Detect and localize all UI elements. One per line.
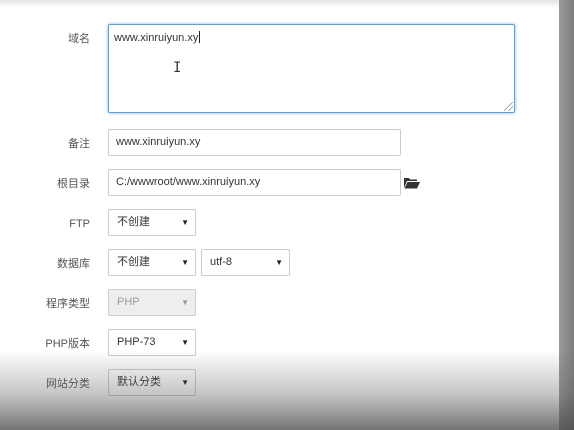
caret-down-icon: ▼ bbox=[181, 298, 189, 307]
add-site-form: 域名 www.xinruiyun.xy I 备注 www.xinruiyun.x… bbox=[0, 0, 559, 430]
root-dir-label: 根目录 bbox=[57, 178, 90, 190]
charset-value: utf-8 bbox=[210, 256, 233, 268]
site-category-select[interactable]: 默认分类 ▼ bbox=[108, 369, 196, 396]
folder-open-icon[interactable] bbox=[404, 177, 420, 189]
caret-down-icon: ▼ bbox=[181, 338, 189, 347]
text-cursor-icon: I bbox=[173, 60, 182, 76]
database-value: 不创建 bbox=[117, 256, 150, 268]
program-type-select: PHP ▼ bbox=[108, 289, 196, 316]
php-version-value: PHP-73 bbox=[117, 336, 156, 348]
caret-down-icon: ▼ bbox=[275, 258, 283, 267]
domain-label: 域名 bbox=[68, 33, 90, 45]
text-caret bbox=[199, 31, 201, 43]
site-category-label: 网站分类 bbox=[46, 378, 90, 390]
caret-down-icon: ▼ bbox=[181, 378, 189, 387]
root-dir-input[interactable]: C:/wwwroot/www.xinruiyun.xy bbox=[108, 169, 401, 196]
program-type-value: PHP bbox=[117, 296, 140, 308]
charset-select[interactable]: utf-8 ▼ bbox=[201, 249, 290, 276]
database-select[interactable]: 不创建 ▼ bbox=[108, 249, 196, 276]
php-version-label: PHP版本 bbox=[45, 338, 90, 350]
backdrop-edge bbox=[559, 0, 574, 430]
program-type-label: 程序类型 bbox=[46, 298, 90, 310]
database-label: 数据库 bbox=[57, 258, 90, 270]
ftp-value: 不创建 bbox=[117, 216, 150, 228]
domain-textarea[interactable]: www.xinruiyun.xy bbox=[108, 24, 515, 113]
domain-value: www.xinruiyun.xy bbox=[114, 32, 199, 44]
caret-down-icon: ▼ bbox=[181, 258, 189, 267]
ftp-select[interactable]: 不创建 ▼ bbox=[108, 209, 196, 236]
site-category-value: 默认分类 bbox=[117, 376, 161, 388]
remark-label: 备注 bbox=[68, 138, 90, 150]
ftp-label: FTP bbox=[69, 218, 90, 230]
caret-down-icon: ▼ bbox=[181, 218, 189, 227]
remark-input[interactable]: www.xinruiyun.xy bbox=[108, 129, 401, 156]
php-version-select[interactable]: PHP-73 ▼ bbox=[108, 329, 196, 356]
top-shadow bbox=[0, 0, 559, 8]
resize-grip-icon[interactable] bbox=[504, 102, 513, 111]
